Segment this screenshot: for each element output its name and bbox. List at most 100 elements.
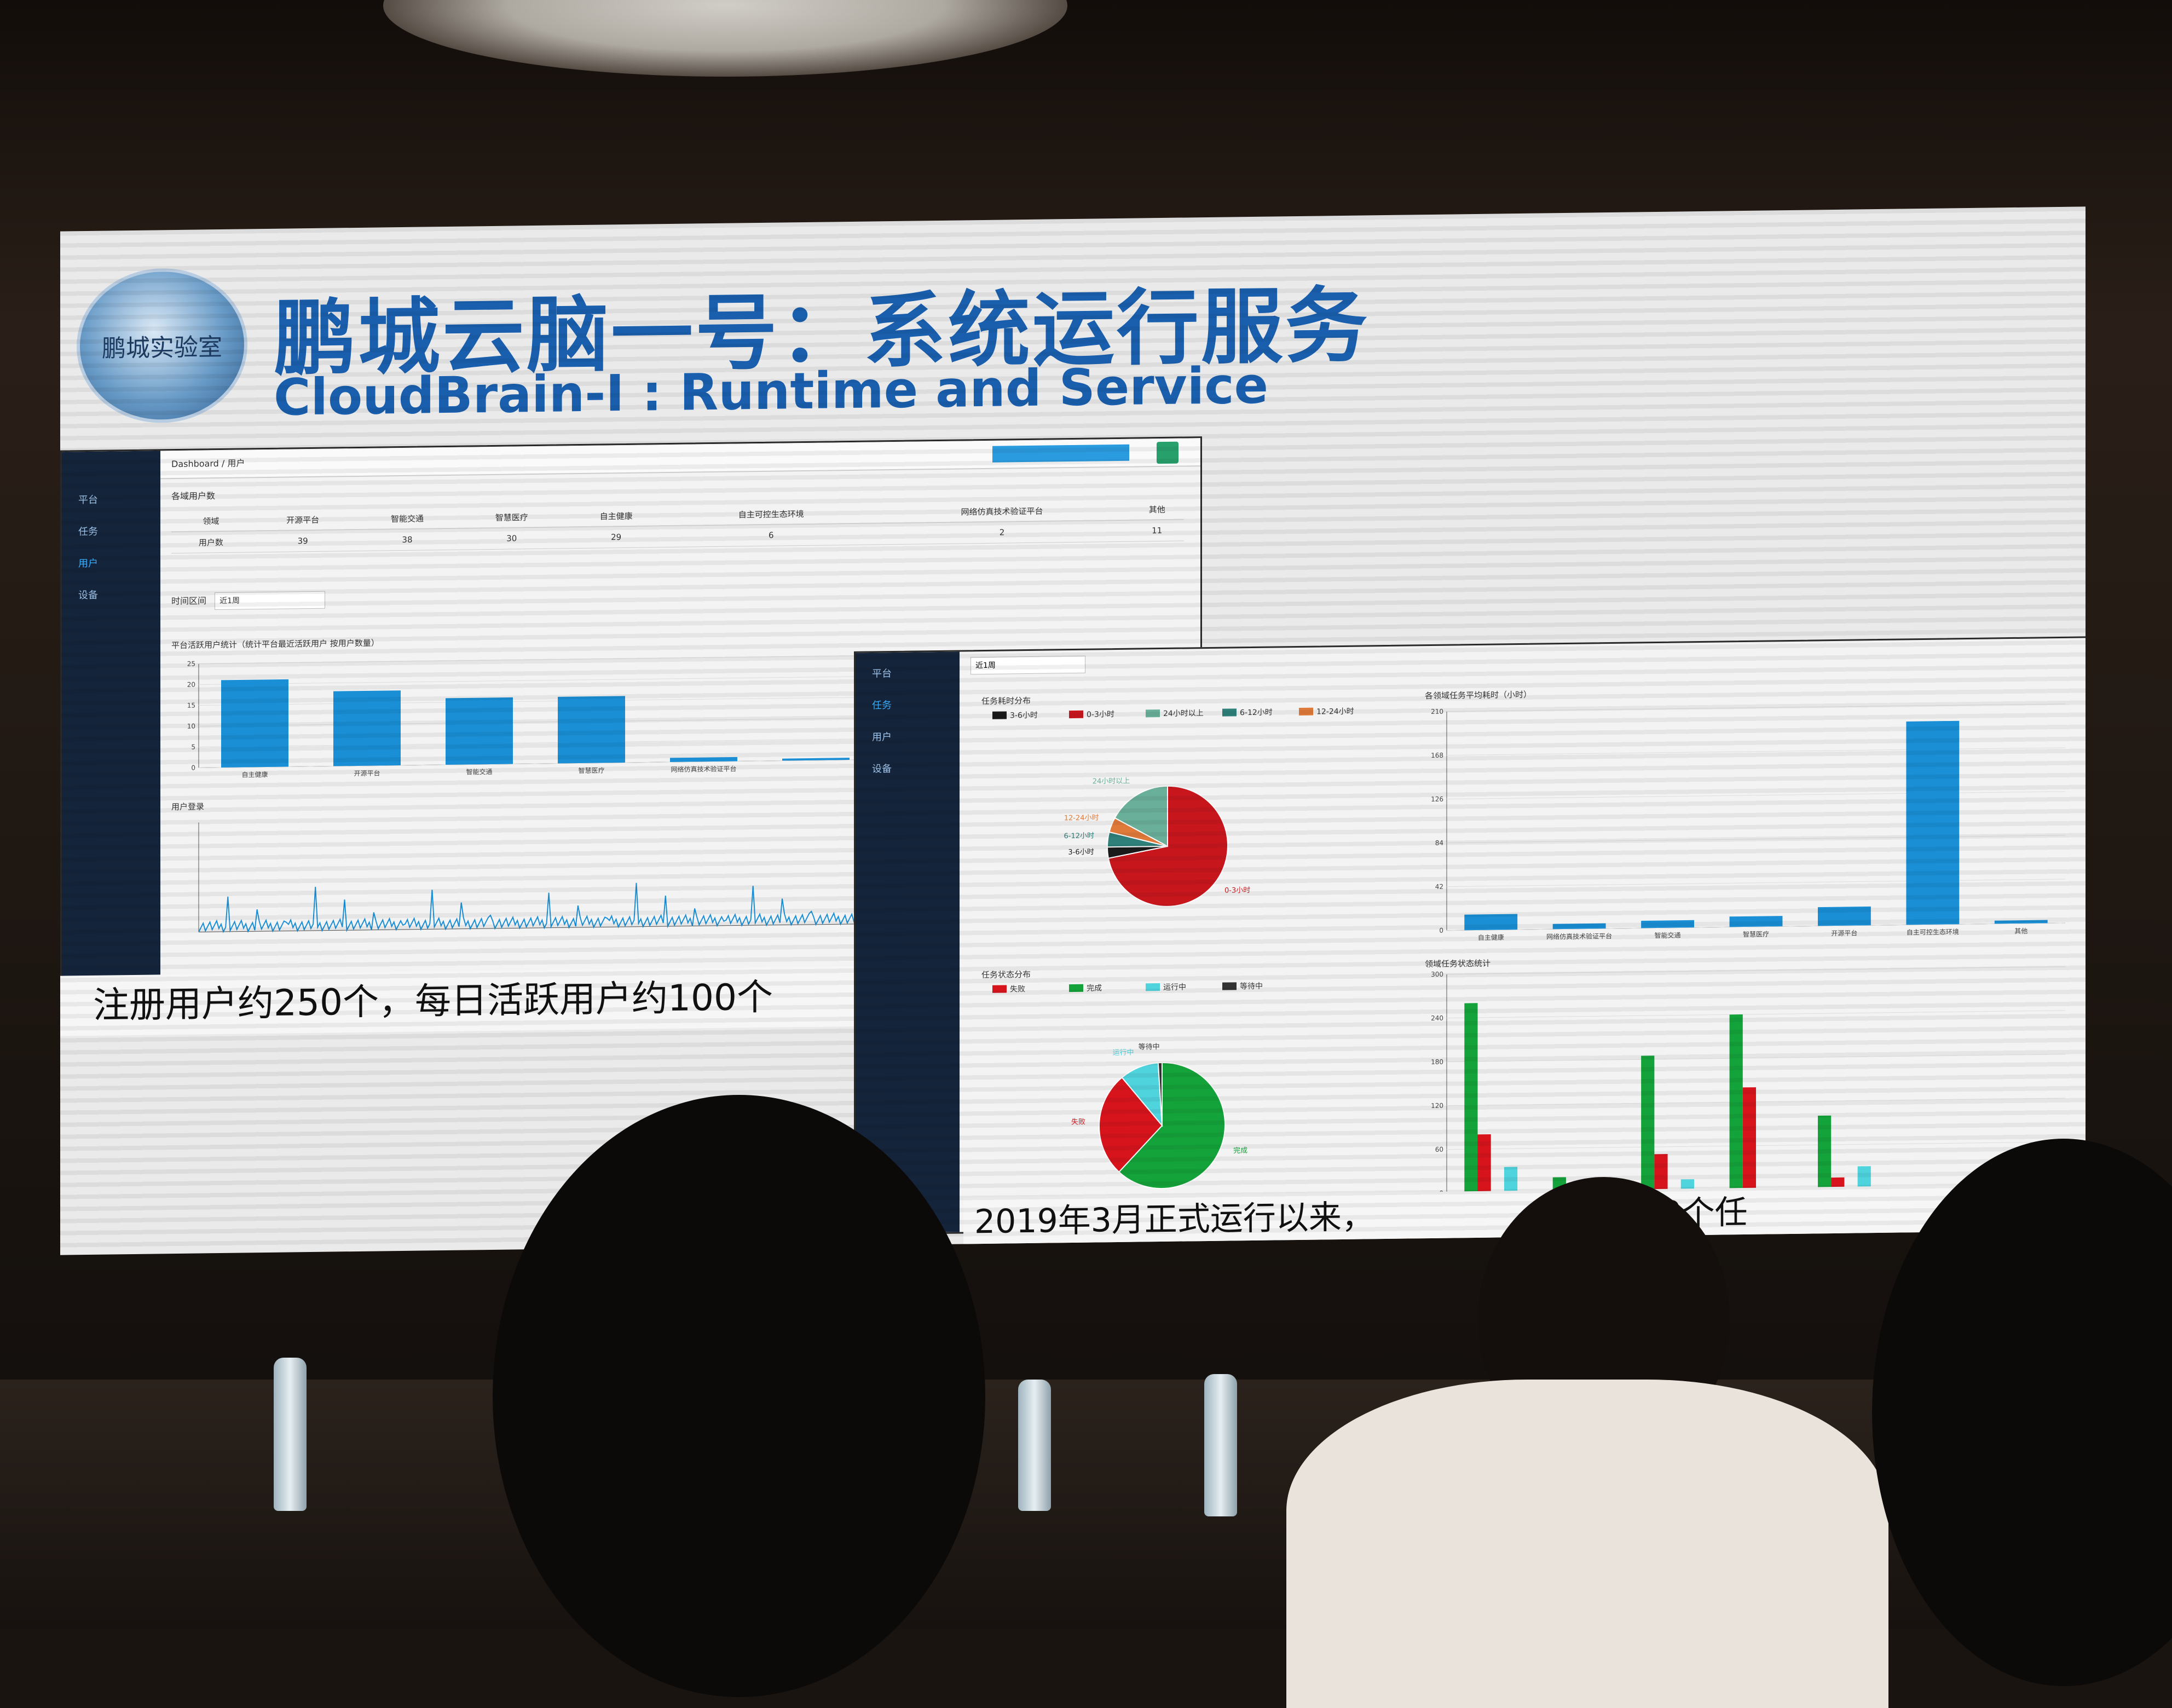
sidebar-item-tasks[interactable]: 任务 [856,689,960,722]
task-duration-pie: 3-6小时0-3小时24小时以上6-12小时12-24小时0-3小时3-6小时6… [971,701,1392,936]
slice-label: 等待中 [1139,1042,1160,1051]
x-tick-label: 开源平台 [1831,928,1857,937]
bar [1818,907,1871,926]
legend-swatch [1222,708,1237,716]
table-cell: 用户数 [171,531,251,553]
bar [1730,916,1783,927]
bar [1906,721,1959,925]
water-bottle [1204,1374,1237,1516]
legend-label: 12-24小时 [1316,707,1354,717]
filter-select[interactable]: 近1周 [215,591,325,610]
gridline [199,655,872,663]
legend-swatch [1299,708,1313,715]
date-range-picker[interactable] [992,445,1129,463]
table-cell: 30 [459,527,564,550]
sidebar-item-platform[interactable]: 平台 [62,483,160,516]
x-tick-label: 智能交通 [466,768,492,776]
user-login-line-chart [171,809,883,949]
table-cell: 11 [1130,520,1184,541]
table-header-cell: 网络仿真技术验证平台 [874,499,1130,523]
legend-label: 0-3小时 [1087,710,1114,719]
sidebar-item-platform[interactable]: 平台 [856,657,960,690]
x-tick-label: 自主健康 [241,770,268,779]
filter-value: 近1周 [215,597,240,606]
sidebar-item-users[interactable]: 用户 [856,721,960,754]
filter-select[interactable]: 近1周 [971,656,1085,675]
bar-title: 各领域任务平均耗时（小时） [1425,689,1532,701]
login-series-line [199,880,870,932]
y-tick-label: 5 [191,743,195,751]
pie2-title: 任务状态分布 [981,968,1031,980]
projection-screen: 鹏城实验室 鹏城云脑一号：系统运行服务 CloudBrain-I : Runti… [60,206,2086,1255]
legend-label: 3-6小时 [1010,711,1038,720]
bar [558,696,625,763]
table-cell: 38 [355,528,460,551]
y-tick-label: 168 [1431,752,1443,759]
gridline [1447,792,2065,799]
table-cell: 2 [874,520,1130,545]
y-tick-label: 0 [1439,927,1443,934]
legend-label: 6-12小时 [1240,708,1273,718]
sidebar-item-devices[interactable]: 设备 [62,579,160,611]
y-tick-label: 84 [1435,839,1443,847]
water-bottle [274,1358,307,1511]
x-tick-label: 自主可控生态环境 [1907,927,1959,936]
slice-label: 完成 [1233,1147,1247,1155]
gridline [199,718,872,726]
legend-label: 等待中 [1240,982,1263,991]
bar [1818,1116,1831,1189]
bar [1730,1014,1743,1190]
x-tick-label: 自主健康 [1478,933,1504,942]
legend-swatch [992,711,1007,719]
legend-swatch [1146,709,1160,717]
slice-label: 0-3小时 [1224,886,1250,895]
legend-label: 完成 [1087,984,1102,993]
dashboard-tasks-panel: 平台 任务 用户 设备 近1周 任务耗时分布 3-6小时 0-3小时 24小时以上 6… [854,636,2086,1235]
y-tick-label: 0 [191,764,195,772]
bar [1641,1055,1654,1191]
time-filter: 时间区间 近1周 [171,591,325,610]
avg-duration-bar-chart: 04284126168210自主健康网络仿真技术验证平台智能交通智慧医疗开源平台… [1419,699,2076,948]
gridline [199,759,872,768]
x-tick-label: 开源平台 [354,769,380,777]
legend-swatch [1069,984,1083,992]
table-header-cell: 开源平台 [251,509,355,531]
y-tick-label: 25 [187,660,195,668]
table-cell: 6 [668,523,874,547]
active-users-bar-chart: 0510152025自主健康开源平台智能交通智慧医疗网络仿真技术验证平台 [171,650,883,784]
sidebar-item-users[interactable]: 用户 [62,547,160,580]
filter-value: 近1周 [975,661,996,670]
audience-head [493,1095,985,1697]
legend-swatch [1222,982,1237,990]
bar [1858,1166,1871,1188]
sidebar-item-tasks[interactable]: 任务 [62,515,160,548]
bar [1654,1154,1667,1191]
gridline [1447,835,2065,843]
bar [1464,914,1517,931]
audience-shirt [1286,1380,1888,1708]
legend-label: 24小时以上 [1163,709,1204,718]
bar [1553,924,1606,930]
legend-swatch [1146,983,1160,991]
gridline [199,738,872,747]
task-status-pie: 失败完成运行中等待中完成失败运行中等待中 [971,975,1392,1221]
lab-logo: 鹏城实验室 [77,267,247,424]
avatar[interactable] [1157,442,1179,464]
line-chart-title: 用户登录 [171,800,204,812]
bar [670,757,737,762]
y-tick-label: 120 [1431,1102,1443,1110]
y-tick-label: 240 [1431,1014,1443,1022]
pie1-title: 任务耗时分布 [981,695,1031,707]
table-header-cell: 自主健康 [564,505,668,527]
legend-swatch [1069,711,1083,718]
legend-swatch [992,985,1007,993]
bar [1478,1134,1491,1193]
table-header-cell: 智能交通 [355,507,460,530]
table-header-cell: 其他 [1130,499,1184,521]
y-tick-label: 42 [1435,883,1443,891]
sidebar-item-devices[interactable]: 设备 [856,753,960,786]
slice-label: 12-24小时 [1064,814,1099,823]
bar [1464,1003,1477,1193]
gridline [1447,879,2065,887]
bar-chart-title: 平台活跃用户统计（统计平台最近活跃用户 按用户数量） [171,637,379,651]
